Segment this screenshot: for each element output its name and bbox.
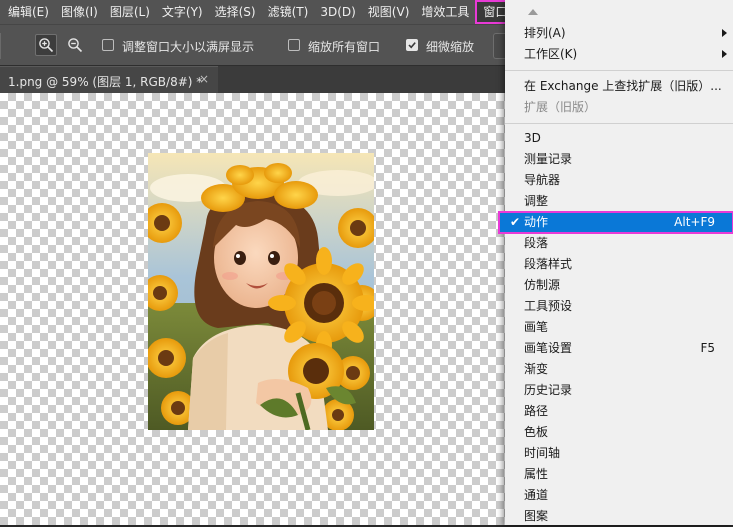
zoom-all-windows-checkbox[interactable] <box>288 39 300 51</box>
menu-item-find-extensions[interactable]: 在 Exchange 上查找扩展（旧版）... <box>505 76 733 97</box>
menu-item-brushes[interactable]: 画笔 <box>505 317 733 338</box>
submenu-arrow-icon <box>722 29 727 37</box>
menu-select[interactable]: 选择(S) <box>209 0 262 24</box>
menu-filter[interactable]: 滤镜(T) <box>262 0 315 24</box>
menu-item-timeline[interactable]: 时间轴 <box>505 443 733 464</box>
zoom-in-icon <box>39 38 54 53</box>
document-tab-title: 1.png @ 59% (图层 1, RGB/8#) * <box>8 75 203 89</box>
menu-layer[interactable]: 图层(L) <box>104 0 156 24</box>
resize-windows-checkbox[interactable] <box>102 39 114 51</box>
menu-item-arrange[interactable]: 排列(A) <box>505 23 733 44</box>
artwork-image <box>148 153 374 430</box>
menu-item-clone-source[interactable]: 仿制源 <box>505 275 733 296</box>
menu-item-swatches[interactable]: 色板 <box>505 422 733 443</box>
menu-separator <box>505 123 733 124</box>
scrubby-zoom-label: 细微缩放 <box>426 40 475 54</box>
menu-item-extensions-legacy: 扩展（旧版） <box>524 100 597 114</box>
menu-item-patterns[interactable]: 图案 <box>505 506 733 527</box>
shortcut-label: Alt+F9 <box>674 215 715 229</box>
menu-image[interactable]: 图像(I) <box>55 0 104 24</box>
menu-separator <box>505 70 733 71</box>
sunflower-girl-artwork <box>148 153 374 430</box>
resize-windows-label: 调整窗口大小以满屏显示 <box>122 40 255 54</box>
menu-view[interactable]: 视图(V) <box>362 0 416 24</box>
menu-item-history[interactable]: 历史记录 <box>505 380 733 401</box>
menu-item-workspace[interactable]: 工作区(K) <box>505 44 733 65</box>
menu-item-brush-settings[interactable]: 画笔设置 F5 <box>505 338 733 359</box>
zoom-out-icon <box>68 38 83 53</box>
options-divider <box>0 33 1 59</box>
menu-item-3d[interactable]: 3D <box>505 128 733 149</box>
zoom-all-windows-label: 缩放所有窗口 <box>308 40 381 54</box>
document-tab[interactable]: 1.png @ 59% (图层 1, RGB/8#) * × <box>0 66 218 93</box>
menu-item-properties[interactable]: 属性 <box>505 464 733 485</box>
menu-plugins[interactable]: 增效工具 <box>415 0 475 24</box>
menu-item-measurement-log[interactable]: 测量记录 <box>505 149 733 170</box>
window-menu-dropdown: 排列(A) 工作区(K) 在 Exchange 上查找扩展（旧版）... 扩展（… <box>498 0 733 527</box>
menu-item-channels[interactable]: 通道 <box>505 485 733 506</box>
menu-item-adjustments[interactable]: 调整 <box>505 191 733 212</box>
menu-item-navigator[interactable]: 导航器 <box>505 170 733 191</box>
shortcut-label: F5 <box>700 341 715 355</box>
submenu-arrow-icon <box>722 50 727 58</box>
scroll-up-arrow-icon[interactable] <box>527 8 539 16</box>
menu-edit[interactable]: 编辑(E) <box>0 0 55 24</box>
menu-item-actions[interactable]: ✔ 动作 Alt+F9 <box>498 211 733 234</box>
menu-type[interactable]: 文字(Y) <box>156 0 209 24</box>
zoom-out-button[interactable] <box>64 34 86 56</box>
menu-item-gradients[interactable]: 渐变 <box>505 359 733 380</box>
checkmark-icon: ✔ <box>510 215 521 229</box>
menu-item-paragraph[interactable]: 段落 <box>505 233 733 254</box>
checkmark-icon <box>408 42 416 49</box>
zoom-in-button[interactable] <box>35 34 57 56</box>
menu-item-tool-presets[interactable]: 工具预设 <box>505 296 733 317</box>
menu-item-paths[interactable]: 路径 <box>505 401 733 422</box>
close-tab-icon[interactable]: × <box>199 72 209 86</box>
menu-3d[interactable]: 3D(D) <box>314 0 361 24</box>
menu-item-paragraph-styles[interactable]: 段落样式 <box>505 254 733 275</box>
scrubby-zoom-checkbox[interactable] <box>406 39 418 51</box>
